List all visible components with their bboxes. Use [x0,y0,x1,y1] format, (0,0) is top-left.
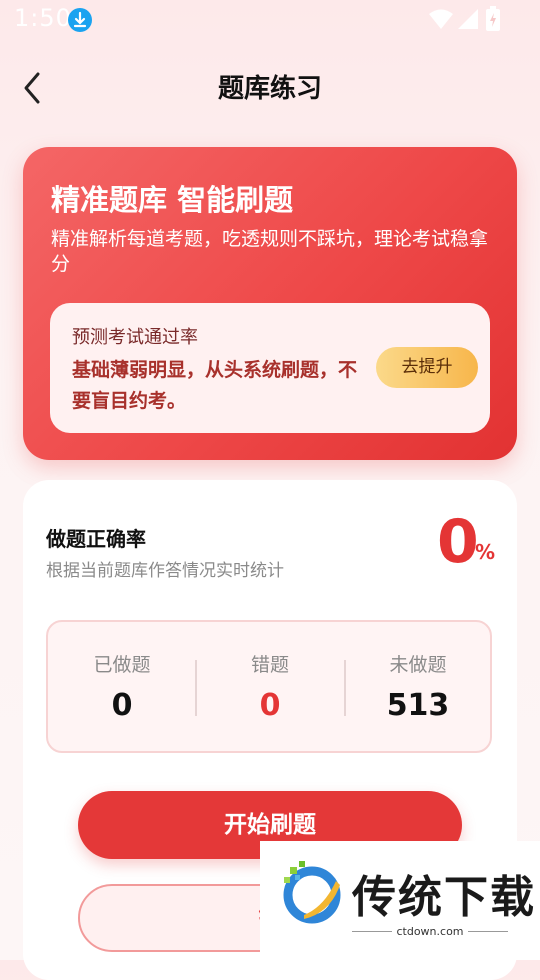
status-bar: 1:50 [0,0,540,40]
accuracy-description: 根据当前题库作答情况实时统计 [46,561,284,581]
signal-icon [456,8,480,34]
done-label: 已做题 [93,654,151,676]
done-value: 0 [111,688,133,723]
wrong-label: 错题 [250,654,289,676]
hero-subtitle: 精准解析每道考题，吃透规则不踩坑，理论考试稳拿分 [51,228,489,275]
pass-rate-message: 基础薄弱明显，从头系统刷题，不要盲目约考。 [72,359,358,412]
page-title: 题库练习 [217,74,322,104]
wrong-count[interactable]: 错题 0 [196,622,344,751]
done-count: 已做题 0 [48,622,196,751]
pass-rate-card: 预测考试通过率 基础薄弱明显，从头系统刷题，不要盲目约考。 去提升 [50,303,490,433]
pass-rate-label: 预测考试通过率 [72,327,198,348]
watermark-text: 传统下载 [352,872,536,923]
watermark: 传统下载 ctdown.com [260,841,540,960]
improve-button[interactable]: 去提升 [376,347,478,388]
question-counts: 已做题 0 错题 0 未做题 513 [46,620,492,753]
accuracy-unit: % [475,540,496,564]
hero-title: 精准题库 智能刷题 [51,183,294,217]
undone-value: 513 [386,688,450,723]
undone-count: 未做题 513 [344,622,492,751]
status-time: 1:50 [14,4,72,32]
wrong-value: 0 [259,688,281,723]
undone-label: 未做题 [389,654,447,676]
wifi-icon [428,8,454,34]
download-icon [68,8,92,32]
divider [468,931,508,932]
watermark-logo-icon [274,857,346,933]
accuracy-title: 做题正确率 [46,527,146,551]
hero-banner: 精准题库 智能刷题 精准解析每道考题，吃透规则不踩坑，理论考试稳拿分 预测考试通… [23,147,517,460]
battery-icon [486,6,500,36]
app-header: 题库练习 [0,56,540,120]
accuracy-value: 0 [437,507,479,577]
